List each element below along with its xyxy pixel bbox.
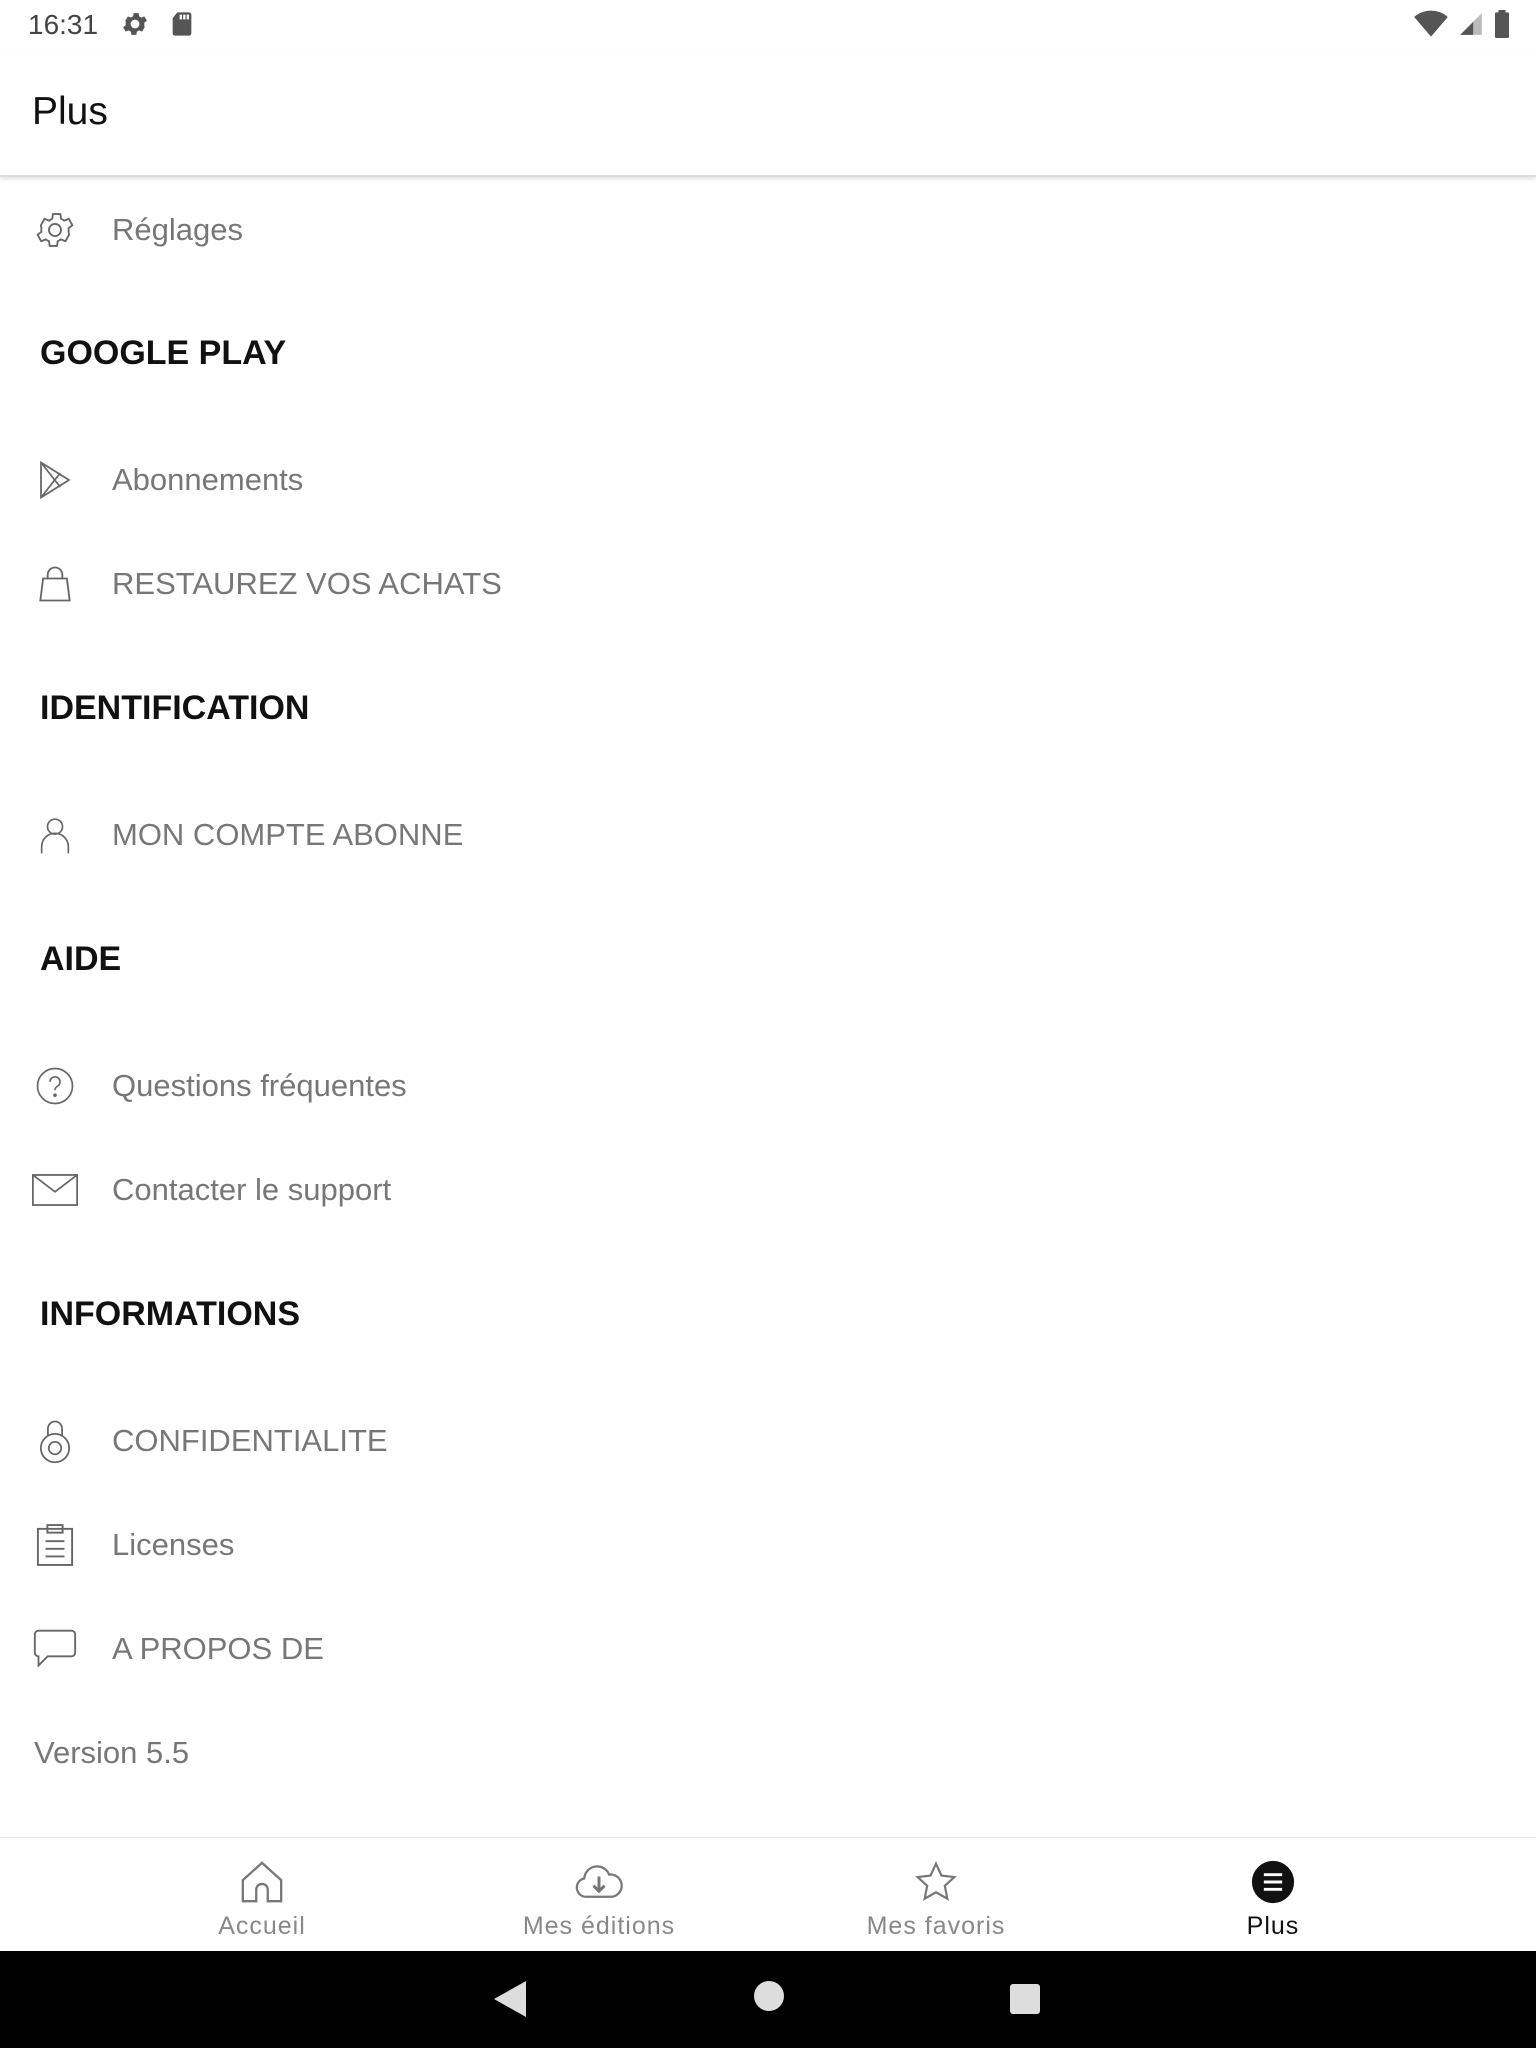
nav-item-my-editions[interactable]: Mes éditions xyxy=(449,1838,749,1952)
signal-icon xyxy=(1458,11,1484,42)
section-header-google-play: GOOGLE PLAY xyxy=(40,334,287,372)
nav-label: Plus xyxy=(1246,1912,1300,1940)
nav-label: Accueil xyxy=(218,1912,306,1940)
shopping-bag-icon xyxy=(30,559,80,609)
nav-item-home[interactable]: Accueil xyxy=(112,1838,412,1952)
app-version: Version 5.5 xyxy=(34,1735,190,1770)
page-title: Plus xyxy=(32,90,108,133)
back-icon[interactable] xyxy=(494,1981,526,2022)
padlock-icon xyxy=(30,1416,80,1466)
cloud-download-icon xyxy=(575,1858,623,1906)
help-circle-icon xyxy=(30,1061,80,1111)
menu-item-label: RESTAUREZ VOS ACHATS xyxy=(112,566,502,601)
menu-item-faq[interactable]: Questions fréquentes xyxy=(0,1036,1536,1136)
battery-icon xyxy=(1494,10,1510,43)
status-time: 16:31 xyxy=(28,9,99,40)
menu-item-label: MON COMPTE ABONNE xyxy=(112,817,464,852)
menu-item-restore-purchases[interactable]: RESTAUREZ VOS ACHATS xyxy=(0,534,1536,634)
nav-item-favorites[interactable]: Mes favoris xyxy=(786,1838,1086,1952)
mail-icon xyxy=(30,1165,80,1215)
menu-item-my-account[interactable]: MON COMPTE ABONNE xyxy=(0,785,1536,885)
play-store-icon xyxy=(30,455,80,505)
status-right-icons xyxy=(1414,10,1510,43)
recents-icon[interactable] xyxy=(1010,1984,1040,2019)
menu-item-privacy[interactable]: CONFIDENTIALITE xyxy=(0,1391,1536,1491)
menu-item-contact-support[interactable]: Contacter le support xyxy=(0,1140,1536,1240)
nav-label: Mes favoris xyxy=(866,1912,1006,1940)
status-bar: 16:31 xyxy=(0,0,1536,50)
menu-item-label: A PROPOS DE xyxy=(112,1631,324,1666)
settings-menu: Réglages GOOGLE PLAY Abonnements RESTAUR… xyxy=(0,177,1536,1837)
section-header-help: AIDE xyxy=(40,940,122,978)
status-left-icons xyxy=(120,9,196,44)
menu-item-label: Questions fréquentes xyxy=(112,1068,407,1103)
home-icon xyxy=(238,1858,286,1906)
user-icon xyxy=(30,810,80,860)
section-header-identification: IDENTIFICATION xyxy=(40,689,310,727)
section-header-informations: INFORMATIONS xyxy=(40,1295,301,1333)
menu-item-label: Licenses xyxy=(112,1527,235,1562)
speech-bubble-icon xyxy=(30,1624,80,1674)
sd-card-icon xyxy=(168,9,196,44)
system-navigation-bar xyxy=(0,1951,1536,2048)
bottom-navigation: Accueil Mes éditions Mes favoris Plus xyxy=(0,1837,1536,1952)
nav-label: Mes éditions xyxy=(522,1912,676,1940)
wifi-icon xyxy=(1414,10,1448,43)
menu-item-licenses[interactable]: Licenses xyxy=(0,1495,1536,1595)
clipboard-icon xyxy=(30,1520,80,1570)
gear-icon xyxy=(120,9,150,44)
menu-item-label: Abonnements xyxy=(112,462,304,497)
menu-item-about[interactable]: A PROPOS DE xyxy=(0,1599,1536,1699)
menu-item-subscriptions[interactable]: Abonnements xyxy=(0,430,1536,530)
home-circle-icon[interactable] xyxy=(754,1981,784,2016)
app-bar: Plus xyxy=(0,50,1536,177)
menu-item-settings[interactable]: Réglages xyxy=(0,180,1536,280)
menu-item-label: CONFIDENTIALITE xyxy=(112,1423,388,1458)
menu-item-label: Réglages xyxy=(112,212,243,247)
menu-circle-icon xyxy=(1249,1858,1297,1906)
gear-outline-icon xyxy=(30,205,80,255)
nav-item-more[interactable]: Plus xyxy=(1123,1838,1423,1952)
star-icon xyxy=(912,1858,960,1906)
menu-item-label: Contacter le support xyxy=(112,1172,392,1207)
